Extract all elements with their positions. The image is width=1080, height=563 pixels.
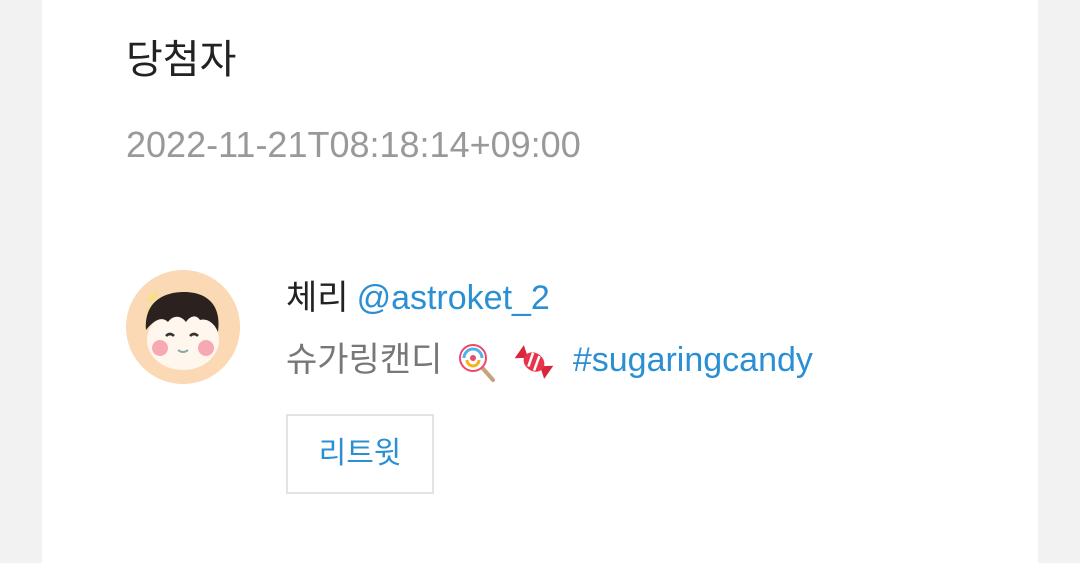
avatar[interactable]: [126, 270, 240, 384]
page-title: 당첨자: [126, 37, 237, 83]
lollipop-icon: [457, 342, 497, 382]
bio-line: 슈가링캔디 #sugaringcandy: [286, 338, 813, 382]
winner-card: 당첨자 2022-11-21T08:18:14+09:00 체리 @astroke…: [42, 0, 1038, 563]
timestamp: 2022-11-21T08:18:14+09:00: [126, 124, 581, 165]
display-name: 체리: [286, 278, 349, 318]
candy-icon: [512, 342, 556, 382]
retweet-button[interactable]: 리트윗: [286, 414, 434, 494]
user-handle-link[interactable]: @astroket_2: [357, 279, 550, 317]
hashtag-link[interactable]: #sugaringcandy: [573, 341, 813, 379]
user-line: 체리 @astroket_2: [286, 276, 550, 320]
bio-text: 슈가링캔디: [286, 340, 443, 380]
